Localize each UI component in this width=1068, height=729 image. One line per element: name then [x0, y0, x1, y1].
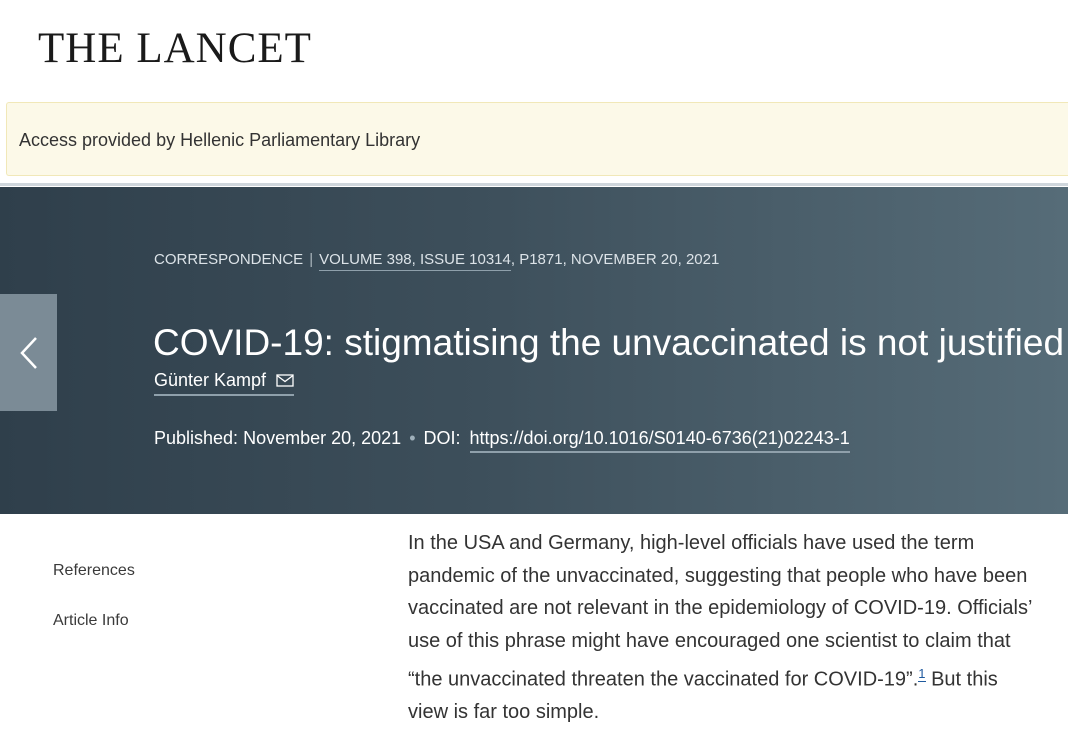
- body-paragraph: In the USA and Germany, high-level offic…: [408, 532, 1032, 691]
- sidebar-item-article-info[interactable]: Article Info: [53, 612, 129, 630]
- doi-label: DOI:: [423, 428, 461, 448]
- divider: [0, 183, 1068, 186]
- author-name: Günter Kampf: [154, 370, 267, 390]
- doi-link[interactable]: https://doi.org/10.1016/S0140-6736(21)02…: [469, 428, 850, 453]
- article-title: COVID-19: stigmatising the unvaccinated …: [153, 321, 1065, 363]
- envelope-icon: [276, 374, 294, 387]
- chevron-left-icon: [19, 336, 37, 369]
- back-button[interactable]: [0, 294, 57, 411]
- author-link[interactable]: Günter Kampf: [154, 370, 295, 396]
- access-text: Access provided by Hellenic Parliamentar…: [19, 130, 421, 150]
- access-banner: Access provided by Hellenic Parliamentar…: [6, 102, 1068, 176]
- dot-separator: •: [409, 428, 416, 448]
- reference-link[interactable]: 1: [918, 666, 926, 682]
- site-header: THE LANCET: [0, 0, 1068, 100]
- volume-link[interactable]: VOLUME 398, ISSUE 10314: [319, 251, 511, 271]
- article-meta: CORRESPONDENCE | VOLUME 398, ISSUE 10314, …: [154, 251, 720, 271]
- page-date: , P1871, NOVEMBER 20, 2021: [510, 251, 720, 268]
- publication-info: Published: November 20, 2021 • DOI: https:…: [154, 428, 850, 453]
- sidebar-item-references[interactable]: References: [53, 562, 135, 580]
- section-label: CORRESPONDENCE: [154, 251, 304, 268]
- published-date: November 20, 2021: [243, 428, 402, 448]
- published-label: Published:: [154, 428, 239, 448]
- article-header: CORRESPONDENCE | VOLUME 398, ISSUE 10314, …: [0, 187, 1068, 514]
- lancet-logo[interactable]: THE LANCET: [38, 24, 312, 73]
- meta-separator: |: [309, 251, 314, 268]
- article-body: In the USA and Germany, high-level offic…: [408, 527, 1038, 729]
- reference-sup: 1: [918, 663, 926, 682]
